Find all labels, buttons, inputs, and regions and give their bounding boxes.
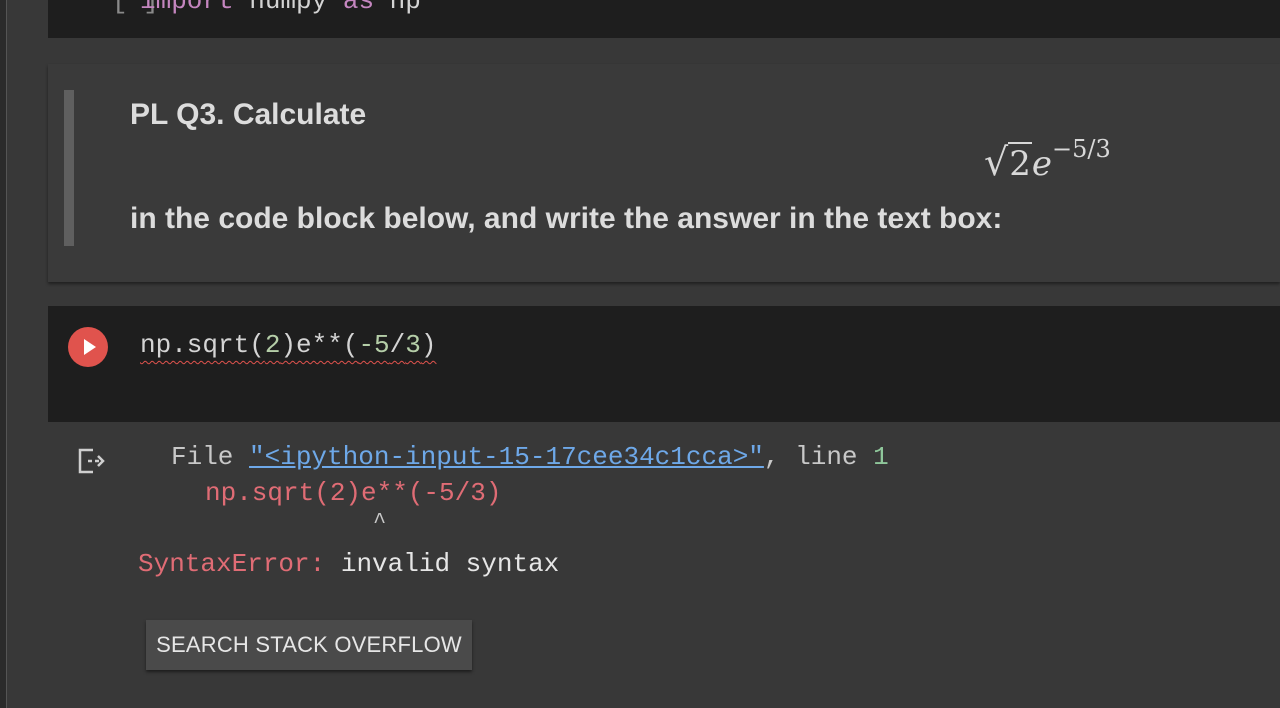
module-alias: np xyxy=(374,0,421,16)
traceback-code-echo: np.sqrt(2)e**(-5/3) xyxy=(205,478,502,508)
traceback-file-link[interactable]: "<ipython-input-15-17cee34c1cca>" xyxy=(249,442,764,472)
output-redirect-icon[interactable] xyxy=(76,446,108,476)
import-code-cell[interactable]: [ ] import numpy as np xyxy=(48,0,1280,38)
question-instructions: in the code block below, and write the a… xyxy=(130,202,1003,235)
left-gutter xyxy=(0,0,7,708)
error-line: SyntaxError: invalid syntax xyxy=(138,549,559,579)
code-token: ) xyxy=(420,330,437,360)
traceback-line-label: , line xyxy=(763,442,874,472)
play-icon xyxy=(84,339,96,355)
error-caret: ^ xyxy=(373,510,387,535)
math-base: e xyxy=(1031,144,1052,184)
import-code-line[interactable]: import numpy as np xyxy=(140,0,421,16)
error-message: invalid syntax xyxy=(325,549,560,579)
markdown-cell[interactable]: PL Q3. Calculate √2e−5/3 in the code blo… xyxy=(48,64,1280,282)
as-keyword: as xyxy=(342,0,375,16)
question-title: PL Q3. Calculate xyxy=(130,98,367,131)
math-radicand: 2 xyxy=(1008,142,1032,184)
math-exponent: −5/3 xyxy=(1051,134,1111,163)
sqrt-symbol: √ xyxy=(984,140,1009,184)
traceback-line-number: 1 xyxy=(873,442,889,472)
error-name: SyntaxError: xyxy=(138,549,326,579)
math-expression: √2e−5/3 xyxy=(984,135,1111,184)
code-token: np.sqrt( xyxy=(140,330,265,360)
import-keyword: import xyxy=(140,0,234,16)
search-stack-overflow-button[interactable]: SEARCH STACK OVERFLOW xyxy=(146,620,472,670)
code-number-token: 2 xyxy=(264,330,281,360)
run-cell-button[interactable] xyxy=(68,327,108,367)
code-cell[interactable]: np.sqrt(2)e**(-5/3) xyxy=(48,306,1280,422)
traceback-file-label: File xyxy=(171,442,250,472)
markdown-cell-indent-bar xyxy=(64,90,74,246)
module-name: numpy xyxy=(233,0,343,16)
code-number-token: 3 xyxy=(405,330,421,360)
cell-output: File "<ipython-input-15-17cee34c1cca>", … xyxy=(48,422,1280,708)
code-token: )e**( xyxy=(280,330,359,360)
code-number-token: -5 xyxy=(358,330,390,360)
code-token: / xyxy=(389,330,406,360)
traceback-file-line: File "<ipython-input-15-17cee34c1cca>", … xyxy=(171,442,889,472)
code-editor-line[interactable]: np.sqrt(2)e**(-5/3) xyxy=(140,330,437,360)
